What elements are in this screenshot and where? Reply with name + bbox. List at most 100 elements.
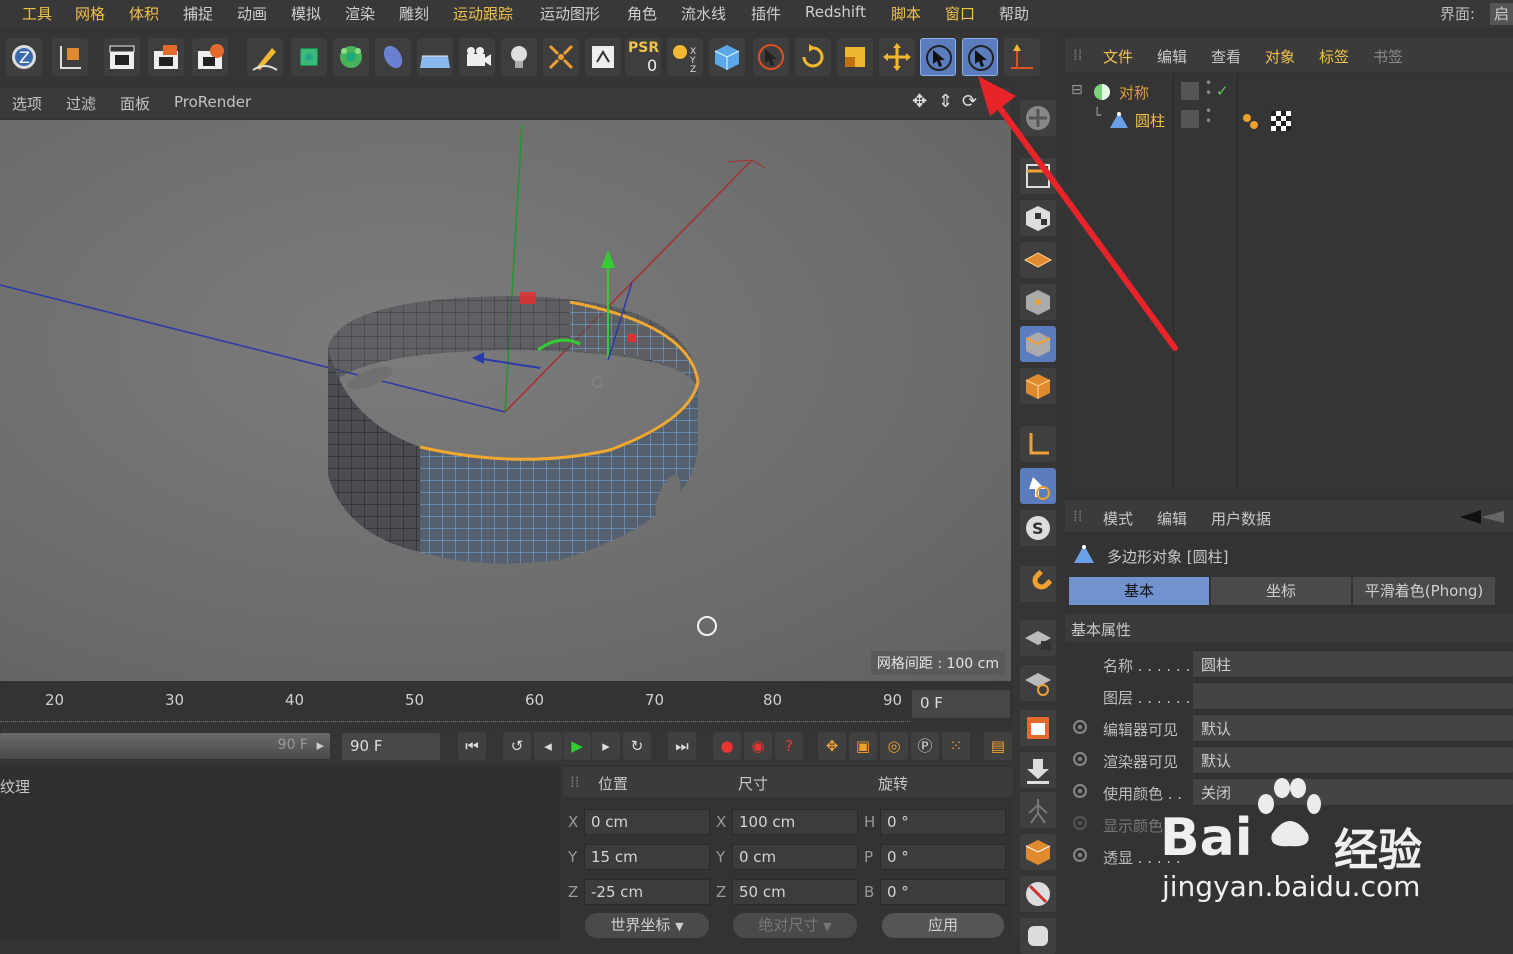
scale-icon[interactable] bbox=[837, 38, 873, 76]
attr-field[interactable]: 圆柱 bbox=[1193, 651, 1513, 677]
material-menu-texture[interactable]: 纹理 bbox=[0, 776, 30, 797]
menu-item-8[interactable]: 运动跟踪 bbox=[453, 3, 513, 24]
next-key-button[interactable]: ↻ bbox=[623, 732, 651, 760]
key-param-icon[interactable]: Ⓟ bbox=[911, 732, 939, 760]
position-field[interactable]: 15 cm bbox=[584, 844, 710, 870]
object-menu-4[interactable]: 标签 bbox=[1319, 46, 1349, 67]
phong-tag-icon[interactable] bbox=[1241, 111, 1261, 131]
viewport-dolly-icon[interactable]: ⇕ bbox=[938, 91, 953, 112]
rotation-field[interactable]: 0 ° bbox=[880, 809, 1006, 835]
rotate-icon[interactable] bbox=[795, 38, 831, 76]
viewport-menu-prorender[interactable]: ProRender bbox=[174, 93, 251, 111]
object-menu-3[interactable]: 对象 bbox=[1265, 46, 1295, 67]
animate-radio[interactable] bbox=[1073, 720, 1087, 734]
menu-item-11[interactable]: 流水线 bbox=[681, 3, 726, 24]
tweak-mode-icon[interactable] bbox=[1020, 468, 1056, 504]
attr-menu-userdata[interactable]: 用户数据 bbox=[1211, 508, 1271, 529]
workplane-lock-icon[interactable] bbox=[1020, 620, 1056, 656]
coordinate-system-button[interactable] bbox=[52, 38, 88, 76]
size-field[interactable]: 0 cm bbox=[732, 844, 858, 870]
key-help-icon[interactable]: ? bbox=[775, 732, 803, 760]
cube-primitive-icon[interactable] bbox=[291, 38, 327, 76]
snap-magnet-icon[interactable] bbox=[1020, 566, 1056, 602]
rotation-field[interactable]: 0 ° bbox=[880, 844, 1006, 870]
snap-s-icon[interactable]: S bbox=[1020, 510, 1056, 546]
viewport-menu-options[interactable]: 选项 bbox=[12, 93, 42, 114]
world-coordinates-dropdown[interactable]: 世界坐标 ▼ bbox=[585, 913, 709, 938]
apply-button[interactable]: 应用 bbox=[882, 913, 1004, 938]
floor-icon[interactable] bbox=[417, 38, 453, 76]
absolute-size-dropdown[interactable]: 绝对尺寸 ▼ bbox=[733, 913, 857, 938]
next-frame-button[interactable]: ▸ bbox=[592, 732, 620, 760]
current-frame-field[interactable]: 0 F bbox=[912, 690, 1010, 718]
tab-coordinates[interactable]: 坐标 bbox=[1211, 577, 1351, 605]
pen-tool-icon[interactable] bbox=[247, 38, 283, 76]
back-arrow-icon[interactable] bbox=[1459, 509, 1505, 525]
object-menu-0[interactable]: 文件 bbox=[1103, 46, 1133, 67]
live-selection-icon[interactable] bbox=[753, 38, 789, 76]
object-cube-icon[interactable] bbox=[709, 38, 745, 76]
key-position-icon[interactable]: ✥ bbox=[818, 732, 846, 760]
axis-xyz-icon[interactable]: XYZ bbox=[667, 38, 703, 76]
viewport-menu-filter[interactable]: 过滤 bbox=[66, 93, 96, 114]
key-rotation-icon[interactable]: ◎ bbox=[880, 732, 908, 760]
attr-field[interactable] bbox=[1193, 683, 1513, 709]
camera-icon[interactable] bbox=[459, 38, 495, 76]
menu-item-6[interactable]: 渲染 bbox=[345, 3, 375, 24]
attr-menu-mode[interactable]: 模式 bbox=[1103, 508, 1133, 529]
tab-phong[interactable]: 平滑着色(Phong) bbox=[1353, 577, 1495, 605]
frame-range-slider[interactable]: 90 F ▸ bbox=[0, 733, 330, 759]
axis-mode-icon[interactable] bbox=[1020, 426, 1056, 462]
timeline-window-icon[interactable]: ▤ bbox=[984, 732, 1012, 760]
object-menu-1[interactable]: 编辑 bbox=[1157, 46, 1187, 67]
menu-item-1[interactable]: 网格 bbox=[75, 3, 105, 24]
package-icon[interactable] bbox=[1020, 834, 1056, 870]
menu-item-9[interactable]: 运动图形 bbox=[540, 3, 600, 24]
menu-item-4[interactable]: 动画 bbox=[237, 3, 267, 24]
viewport-pan-icon[interactable]: ✥ bbox=[912, 91, 927, 112]
rotation-field[interactable]: 0 ° bbox=[880, 879, 1006, 905]
key-scale-icon[interactable]: ▣ bbox=[849, 732, 877, 760]
layout-selector[interactable]: 启 bbox=[1490, 3, 1513, 25]
timeline-ruler[interactable]: 20 30 40 50 60 70 80 90 0 F bbox=[0, 683, 1011, 731]
menu-item-7[interactable]: 雕刻 bbox=[399, 3, 429, 24]
deformer-icon[interactable] bbox=[375, 38, 411, 76]
subdivision-surface-icon[interactable] bbox=[333, 38, 369, 76]
viewport-menu-panel[interactable]: 面板 bbox=[120, 93, 150, 114]
go-to-end-button[interactable]: ⏭ bbox=[668, 732, 696, 760]
figure-icon[interactable] bbox=[1020, 792, 1056, 828]
menu-item-13[interactable]: Redshift bbox=[805, 3, 866, 21]
position-field[interactable]: 0 cm bbox=[584, 809, 710, 835]
attr-menu-edit[interactable]: 编辑 bbox=[1157, 508, 1187, 529]
enabled-check-icon[interactable]: ✓ bbox=[1216, 82, 1229, 100]
menu-item-0[interactable]: 工具 bbox=[22, 3, 52, 24]
move-icon[interactable] bbox=[879, 38, 915, 76]
tab-basic[interactable]: 基本 bbox=[1069, 577, 1209, 605]
size-field[interactable]: 50 cm bbox=[732, 879, 858, 905]
animate-radio[interactable] bbox=[1073, 848, 1087, 862]
object-menu-5[interactable]: 书签 bbox=[1373, 46, 1403, 67]
auto-key-icon[interactable]: ◉ bbox=[744, 732, 772, 760]
viewport-solo-icon[interactable] bbox=[1020, 710, 1056, 746]
previous-key-button[interactable]: ↺ bbox=[503, 732, 531, 760]
disable-icon[interactable] bbox=[1020, 876, 1056, 912]
light-icon[interactable] bbox=[501, 38, 537, 76]
download-icon[interactable] bbox=[1020, 752, 1056, 788]
3d-viewport[interactable]: 网格间距 : 100 cm bbox=[0, 120, 1011, 681]
animate-radio[interactable] bbox=[1073, 752, 1087, 766]
scene-center-icon[interactable] bbox=[543, 38, 579, 76]
slider-arrow-icon[interactable]: ▸ bbox=[316, 736, 324, 754]
render-picture-viewer-button[interactable] bbox=[148, 38, 184, 76]
size-field[interactable]: 100 cm bbox=[732, 809, 858, 835]
menu-item-2[interactable]: 体积 bbox=[129, 3, 159, 24]
play-button[interactable]: ▶ bbox=[563, 732, 591, 760]
polygon-mode-icon[interactable] bbox=[1020, 368, 1056, 404]
menu-item-14[interactable]: 脚本 bbox=[891, 3, 921, 24]
visibility-dots-icon[interactable]: • • bbox=[1205, 105, 1212, 127]
workplane-rotate-icon[interactable] bbox=[1020, 665, 1056, 701]
record-keys-icon[interactable]: ● bbox=[713, 732, 741, 760]
menu-item-16[interactable]: 帮助 bbox=[999, 3, 1029, 24]
position-field[interactable]: -25 cm bbox=[584, 879, 710, 905]
python-icon[interactable] bbox=[1020, 918, 1056, 954]
render-settings-button[interactable] bbox=[192, 38, 228, 76]
